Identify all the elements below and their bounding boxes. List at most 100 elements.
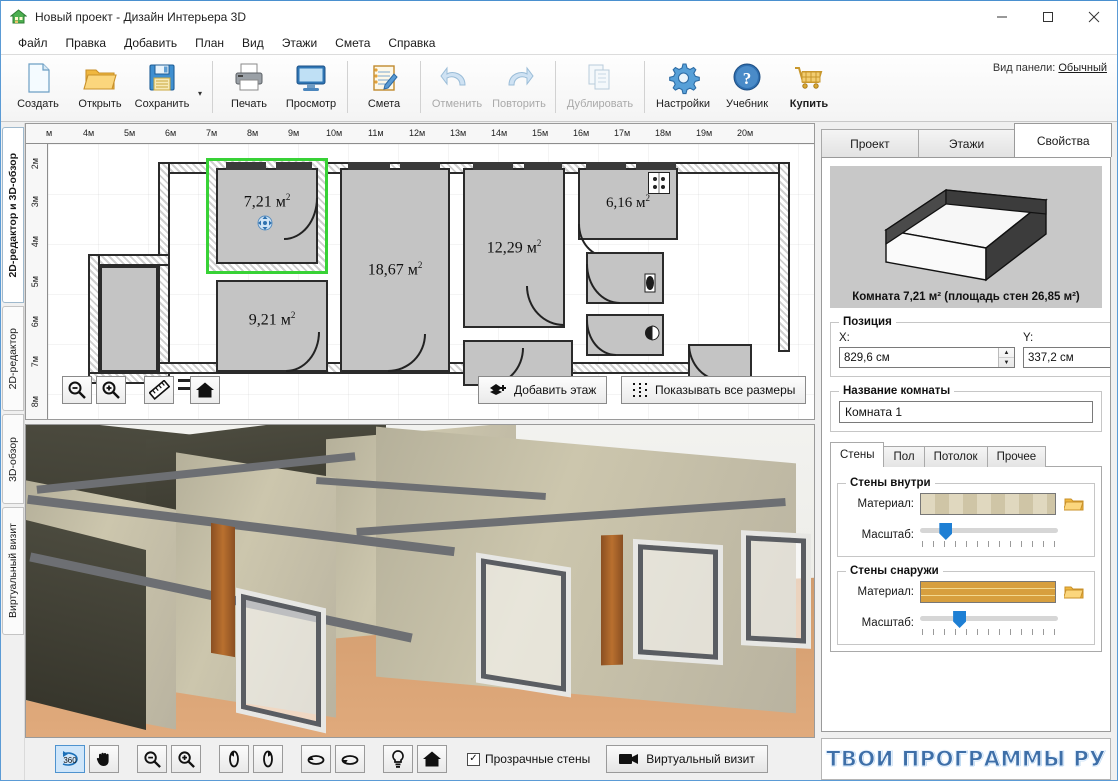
save-dropdown-caret[interactable]: ▾	[193, 55, 207, 117]
menu-help[interactable]: Справка	[379, 33, 444, 53]
wall-right[interactable]	[778, 162, 790, 352]
virtual-visit-button[interactable]: Виртуальный визит	[606, 745, 768, 773]
x-spinner[interactable]: ▲ ▼	[839, 347, 1015, 368]
walls-outside-material-swatch[interactable]	[920, 581, 1056, 603]
new-document-icon	[20, 61, 56, 95]
zoom-out-button[interactable]	[137, 745, 167, 773]
menu-plan[interactable]: План	[186, 33, 233, 53]
walls-inside-material-swatch[interactable]	[920, 493, 1056, 515]
ruler-h-tick: 8м	[247, 128, 259, 138]
ruler-v-tick: 6м	[30, 316, 40, 328]
tab-ceiling-label: Потолок	[933, 451, 978, 463]
maximize-button[interactable]	[1025, 1, 1071, 32]
duplicate-button[interactable]: Дублировать	[561, 55, 639, 117]
menu-file[interactable]: Файл	[9, 33, 57, 53]
room-move-handle[interactable]	[256, 214, 273, 231]
settings-button[interactable]: Настройки	[650, 55, 716, 117]
walls-inside-material-row: Материал:	[846, 493, 1086, 515]
application-window: Новый проект - Дизайн Интерьера 3D Файл …	[0, 0, 1118, 781]
preview-button[interactable]: Просмотр	[280, 55, 342, 117]
slider-thumb[interactable]	[953, 611, 967, 628]
menu-view[interactable]: Вид	[233, 33, 273, 53]
redo-button[interactable]: Повторить	[488, 55, 550, 117]
wall-balcony-left[interactable]	[88, 254, 100, 384]
open-folder-icon	[1064, 498, 1084, 511]
sidebar-tab-2d-editor[interactable]: 2D-редактор	[1, 306, 24, 411]
walls-outside-scale-slider[interactable]	[920, 610, 1058, 636]
pan-hand-button[interactable]	[89, 745, 119, 773]
tab-other[interactable]: Прочее	[986, 446, 1047, 467]
view-3d[interactable]	[25, 424, 815, 738]
estimate-button[interactable]: Смета	[353, 55, 415, 117]
y-input[interactable]	[1024, 348, 1110, 367]
show-all-sizes-button[interactable]: Показывать все размеры	[621, 376, 807, 404]
x-spinner-down[interactable]: ▼	[999, 358, 1014, 367]
rotate-left-button[interactable]	[219, 745, 249, 773]
sidebar-tab-3d-view[interactable]: 3D-обзор	[1, 414, 24, 504]
plan-2d-view[interactable]: м 4м 5м 6м 7м 8м 9м 10м 11м 12м 13м 14м …	[25, 123, 815, 420]
tab-project[interactable]: Проект	[821, 129, 919, 157]
y-spinner[interactable]: ▲ ▼	[1023, 347, 1110, 368]
plan-ruler-tool-button[interactable]	[144, 376, 174, 404]
walls-inside-scale-slider[interactable]	[920, 522, 1058, 548]
tab-floor[interactable]: Пол	[883, 446, 925, 467]
view-3d-window-3	[746, 535, 806, 644]
ruler-v-tick: 4м	[30, 236, 40, 248]
plan-zoom-out-button[interactable]	[62, 376, 92, 404]
room-balcony[interactable]	[100, 266, 158, 372]
menu-add[interactable]: Добавить	[115, 33, 186, 53]
print-button[interactable]: Печать	[218, 55, 280, 117]
view-3d-window-2	[638, 544, 718, 660]
shopping-cart-icon	[791, 61, 827, 95]
window-title: Новый проект - Дизайн Интерьера 3D	[35, 9, 247, 24]
open-project-button[interactable]: Открыть	[69, 55, 131, 117]
sidebar-tab-2d-and-3d[interactable]: 2D-редактор и 3D-обзор	[1, 127, 24, 303]
sidebar-tab-virtual-visit[interactable]: Виртуальный визит	[1, 507, 24, 635]
view-3d-door-right	[601, 534, 623, 666]
menu-floors[interactable]: Этажи	[273, 33, 326, 53]
transparent-walls-checkbox-row[interactable]: ✓ Прозрачные стены	[467, 752, 590, 766]
tab-walls[interactable]: Стены	[830, 442, 885, 467]
buy-button[interactable]: Купить	[778, 55, 840, 117]
walls-inside-browse-button[interactable]	[1062, 494, 1086, 514]
vertical-ruler: 2м 3м 4м 5м 6м 7м 8м	[26, 144, 48, 419]
wall-balcony-top[interactable]	[88, 254, 170, 266]
tab-properties[interactable]: Свойства	[1014, 123, 1113, 157]
plan-canvas[interactable]: 7,21 м2 9,21 м2 18,67 м2 12,29 м2 6,16 м…	[48, 144, 814, 419]
tutorial-button[interactable]: ? Учебник	[716, 55, 778, 117]
undo-button[interactable]: Отменить	[426, 55, 488, 117]
tilt-down-button[interactable]	[335, 745, 365, 773]
zoom-in-button[interactable]	[171, 745, 201, 773]
menu-estimate[interactable]: Смета	[326, 33, 379, 53]
transparent-walls-checkbox[interactable]: ✓	[467, 752, 480, 766]
tab-ceiling[interactable]: Потолок	[923, 446, 988, 467]
tab-floors[interactable]: Этажи	[917, 129, 1016, 157]
x-spinner-up[interactable]: ▲	[999, 348, 1014, 358]
home-view-button[interactable]	[417, 745, 447, 773]
walls-outside-browse-button[interactable]	[1062, 582, 1086, 602]
x-input[interactable]	[840, 348, 998, 367]
x-spinner-arrows[interactable]: ▲ ▼	[998, 348, 1014, 367]
room-preview-3d	[830, 166, 1102, 286]
slider-thumb[interactable]	[939, 523, 953, 540]
new-project-button[interactable]: Создать	[7, 55, 69, 117]
minimize-button[interactable]	[979, 1, 1025, 32]
room-name-input[interactable]	[839, 401, 1093, 423]
panel-view-value-link[interactable]: Обычный	[1058, 62, 1107, 74]
plan-zoom-in-button[interactable]	[96, 376, 126, 404]
add-floor-button[interactable]: Добавить этаж	[478, 376, 608, 404]
close-button[interactable]	[1071, 1, 1117, 32]
light-button[interactable]	[383, 745, 413, 773]
right-panel-tabs: Проект Этажи Свойства	[821, 123, 1113, 157]
rotate-right-button[interactable]	[253, 745, 283, 773]
walls-inside-scale-label: Масштаб:	[861, 529, 914, 541]
tilt-up-button[interactable]	[301, 745, 331, 773]
orbit-360-button[interactable]: 360	[55, 745, 85, 773]
wall-left-upper[interactable]	[158, 162, 170, 374]
plan-home-button[interactable]	[190, 376, 220, 404]
save-project-button[interactable]: Сохранить	[131, 55, 193, 117]
ruler-h-tick: 20м	[737, 128, 754, 138]
menu-edit[interactable]: Правка	[57, 33, 116, 53]
video-camera-icon	[619, 754, 639, 764]
ruler-h-tick: 11м	[368, 128, 384, 138]
